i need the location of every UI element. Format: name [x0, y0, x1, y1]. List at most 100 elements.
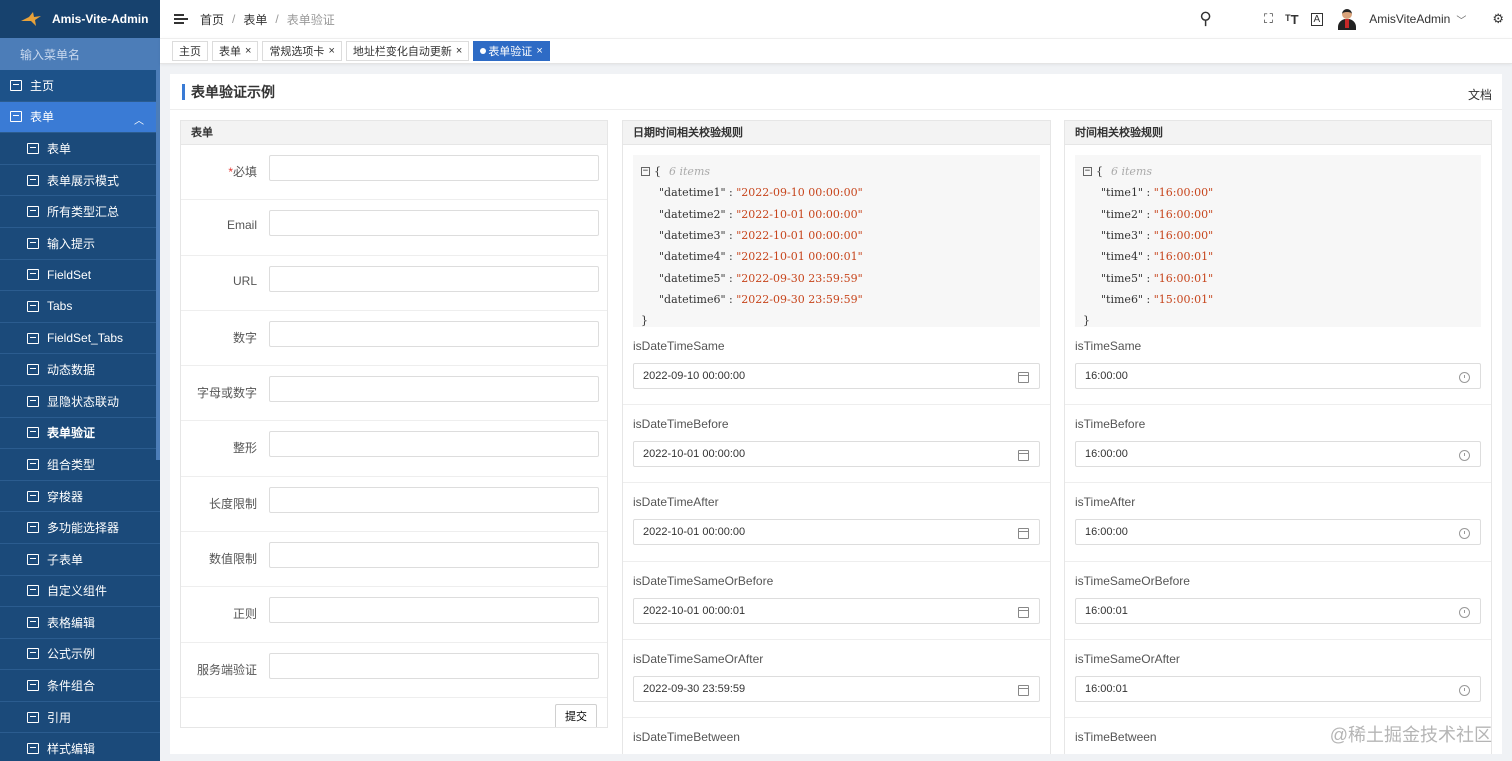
sidebar-item[interactable]: FieldSet	[0, 259, 160, 292]
tab-label: 地址栏变化自动更新	[352, 46, 452, 58]
sidebar-item[interactable]: 表单验证	[0, 417, 160, 450]
picker-input[interactable]: 2022-10-01 00:00:00	[633, 519, 1040, 546]
tab-form-validation[interactable]: 表单验证 ×	[473, 41, 550, 61]
sidebar-item-home[interactable]: 主页	[0, 70, 160, 102]
collapse-icon[interactable]: −	[641, 167, 650, 177]
menu-page-icon	[27, 237, 39, 249]
field-label: isTimeSameOrAfter	[1075, 651, 1180, 666]
field-label: isDateTimeBefore	[633, 417, 729, 432]
form-text-input[interactable]	[269, 597, 599, 624]
tab-form[interactable]: 表单 ×	[212, 41, 259, 61]
tab-url-sync[interactable]: 地址栏变化自动更新 ×	[345, 41, 470, 61]
translate-icon[interactable]: A	[1310, 12, 1324, 26]
breadcrumb-form[interactable]: 表单	[243, 11, 267, 28]
close-icon[interactable]: ×	[328, 45, 334, 57]
picker-input[interactable]: 2022-09-10 00:00:00	[633, 363, 1040, 389]
calendar-icon[interactable]	[1018, 372, 1029, 383]
doc-link[interactable]: 文档	[1468, 86, 1492, 103]
submit-button[interactable]: 提交	[555, 703, 597, 727]
menu-page-icon	[27, 522, 39, 534]
json-value: "2022-09-30 23:59:59"	[736, 292, 863, 306]
picker-input[interactable]: 2022-10-01 00:00:01	[633, 597, 1040, 624]
sidebar-item[interactable]: 表单	[0, 133, 160, 165]
form-field-row: 长度限制	[181, 477, 607, 533]
form-text-input[interactable]	[269, 155, 599, 181]
sidebar-scrollbar[interactable]	[156, 70, 160, 460]
close-icon[interactable]: ×	[536, 45, 542, 57]
picker-input[interactable]: 2022-09-30 23:59:59	[633, 675, 1040, 702]
picker-input[interactable]: 16:00:01	[1075, 597, 1481, 624]
sidebar-item[interactable]: 公式示例	[0, 638, 160, 671]
calendar-icon[interactable]	[1018, 450, 1029, 462]
sidebar-item[interactable]: 显隐状态联动	[0, 385, 160, 418]
form-text-input[interactable]	[269, 542, 599, 569]
json-entry: "datetime1" : "2022-09-10 00:00:00"	[659, 186, 863, 200]
sidebar-item[interactable]: 输入提示	[0, 227, 160, 260]
form-field-row: 字母或数字	[181, 366, 607, 422]
clock-icon[interactable]	[1459, 528, 1470, 540]
sidebar-item[interactable]: 多功能选择器	[0, 512, 160, 544]
user-name[interactable]: AmisViteAdmin	[1369, 12, 1450, 26]
font-size-icon[interactable]: ᵀT	[1285, 12, 1299, 27]
gear-icon[interactable]: ⚙	[1492, 11, 1504, 27]
sidebar-item-label: 输入提示	[47, 236, 96, 251]
sidebar-item[interactable]: 所有类型汇总	[0, 196, 160, 228]
sidebar-item[interactable]: 表单展示模式	[0, 164, 160, 197]
close-icon[interactable]: ×	[245, 45, 251, 57]
form-text-input[interactable]	[269, 210, 599, 237]
app-logo[interactable]: Amis-Vite-Admin	[0, 0, 160, 38]
form-text-input[interactable]	[269, 376, 599, 403]
sidebar-item[interactable]: FieldSet_Tabs	[0, 322, 160, 355]
sidebar-item[interactable]: 样式编辑	[0, 733, 160, 761]
json-value: "16:00:00"	[1153, 186, 1214, 200]
clock-icon[interactable]	[1459, 606, 1470, 618]
form-text-input[interactable]	[269, 652, 599, 679]
page-tabs: 主页 表单 × 常规选项卡 × 地址栏变化自动更新 × 表单验证 ×	[160, 38, 1512, 64]
avatar[interactable]	[1337, 8, 1357, 30]
collapse-icon[interactable]: −	[1083, 167, 1092, 177]
sidebar-item[interactable]: Tabs	[0, 291, 160, 323]
sidebar-item[interactable]: 条件组合	[0, 670, 160, 702]
tab-label: 常规选项卡	[269, 46, 325, 58]
json-value: "2022-10-01 00:00:00"	[736, 207, 863, 221]
sidebar-item[interactable]: 引用	[0, 701, 160, 734]
search-icon[interactable]: ⚲	[1199, 9, 1211, 29]
menu-toggle-icon[interactable]	[174, 13, 188, 25]
json-entry: "time2" : "16:00:00"	[1101, 207, 1214, 221]
chevron-down-icon[interactable]: ﹀	[1456, 12, 1466, 27]
form-text-input[interactable]	[269, 486, 599, 513]
tab-common-tabs[interactable]: 常规选项卡 ×	[262, 41, 342, 61]
picker-input[interactable]: 16:00:00	[1075, 363, 1481, 389]
breadcrumb-home[interactable]: 首页	[200, 11, 224, 28]
clock-icon[interactable]	[1459, 372, 1470, 383]
picker-input[interactable]: 16:00:00	[1075, 441, 1481, 468]
picker-input[interactable]: 16:00:00	[1075, 519, 1481, 546]
clock-icon[interactable]	[1459, 450, 1470, 462]
menu-search-input[interactable]: 输入菜单名	[0, 38, 160, 70]
sidebar-item-label: FieldSet_Tabs	[47, 331, 124, 346]
sidebar-group-form[interactable]: 表单 ︿	[0, 101, 160, 134]
form-text-input[interactable]	[269, 265, 599, 292]
sidebar-item[interactable]: 动态数据	[0, 354, 160, 386]
fullscreen-icon[interactable]: ⛶	[1264, 11, 1273, 27]
picker-input[interactable]: 16:00:01	[1075, 675, 1481, 702]
sidebar-item[interactable]: 组合类型	[0, 449, 160, 481]
calendar-icon[interactable]	[1018, 606, 1029, 618]
sidebar-item[interactable]: 穿梭器	[0, 480, 160, 513]
picker-input[interactable]: 2022-10-01 00:00:00	[633, 441, 1040, 468]
json-value: "2022-10-01 00:00:01"	[736, 250, 863, 264]
sidebar-item[interactable]: 表格编辑	[0, 607, 160, 639]
close-icon[interactable]: ×	[456, 45, 462, 57]
calendar-icon[interactable]	[1018, 684, 1029, 696]
json-entry: "time6" : "15:00:01"	[1101, 292, 1214, 306]
sidebar: Amis-Vite-Admin 输入菜单名 主页 表单 ︿ 表单表单展示模式 所有…	[0, 0, 160, 761]
picker-value: 2022-10-01 00:00:01	[643, 604, 746, 617]
form-text-input[interactable]	[269, 320, 599, 347]
calendar-icon[interactable]	[1018, 528, 1029, 540]
form-text-input[interactable]	[269, 431, 599, 458]
sidebar-item[interactable]: 子表单	[0, 543, 160, 576]
sidebar-item[interactable]: 自定义组件	[0, 575, 160, 608]
clock-icon[interactable]	[1459, 684, 1470, 696]
tab-home[interactable]: 主页	[172, 41, 208, 61]
sidebar-item-label: 表单	[47, 141, 72, 156]
